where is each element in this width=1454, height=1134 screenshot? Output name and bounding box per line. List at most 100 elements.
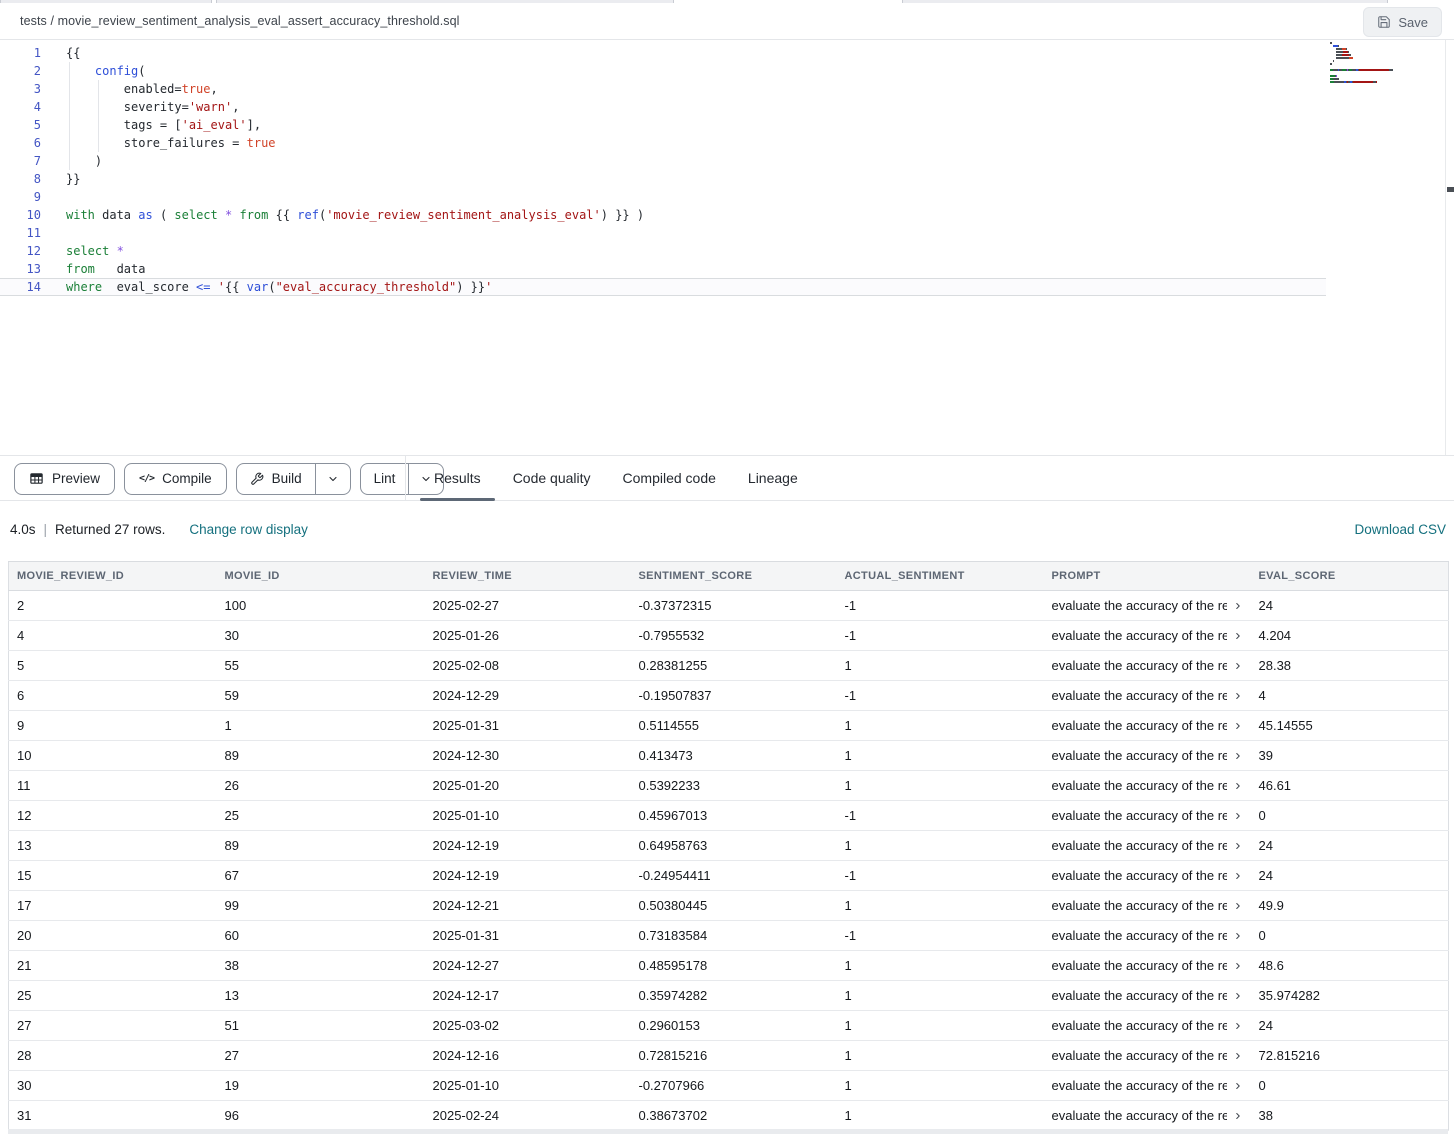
prompt-preview-text: evaluate the accuracy of the res… [1052,988,1227,1003]
code-editor[interactable]: 1{{2 config(3 enabled=true,4 severity='w… [0,40,1454,455]
cell-review_time: 2025-01-20 [425,771,631,801]
prompt-expand-button[interactable] [1233,811,1243,821]
cell-review_time: 2024-12-30 [425,741,631,771]
prompt-expand-button[interactable] [1233,991,1243,1001]
line-number: 14 [0,279,41,295]
prompt-preview-text: evaluate the accuracy of the res… [1052,1078,1227,1093]
cell-movie_id: 30 [217,621,425,651]
cell-sentiment_score: -0.37372315 [631,591,837,621]
prompt-preview-text: evaluate the accuracy of the res… [1052,688,1227,703]
prompt-expand-button[interactable] [1233,781,1243,791]
line-number: 8 [0,170,41,188]
horizontal-scrollbar-track[interactable] [8,1129,1448,1134]
tab-code-quality[interactable]: Code quality [499,456,605,501]
prompt-expand-button[interactable] [1233,631,1243,641]
build-label: Build [272,471,302,486]
prompt-expand-button[interactable] [1233,931,1243,941]
cell-eval_score: 72.815216 [1251,1041,1449,1071]
prompt-expand-icon [1233,871,1243,881]
prompt-expand-button[interactable] [1233,751,1243,761]
prompt-expand-icon [1233,631,1243,641]
prompt-expand-button[interactable] [1233,1111,1243,1121]
prompt-expand-button[interactable] [1233,721,1243,731]
prompt-expand-button[interactable] [1233,1021,1243,1031]
table-row: 28272024-12-160.728152161evaluate the ac… [9,1041,1449,1071]
cell-actual_sentiment: 1 [837,1041,1044,1071]
editor-scrollbar-handle[interactable] [1447,187,1454,192]
change-row-display-link[interactable]: Change row display [189,522,308,537]
cell-movie_review_id: 9 [9,711,217,741]
cell-review_time: 2024-12-27 [425,951,631,981]
cell-eval_score: 24 [1251,831,1449,861]
cell-movie_id: 13 [217,981,425,1011]
prompt-expand-button[interactable] [1233,961,1243,971]
compile-button[interactable]: </> Compile [124,463,227,495]
table-row: 27512025-03-020.29601531evaluate the acc… [9,1011,1449,1041]
code-line: 14where eval_score <= '{{ var("eval_accu… [0,278,1326,296]
returned-rows-text: Returned 27 rows. [55,522,165,537]
cell-prompt: evaluate the accuracy of the res… [1044,801,1251,831]
cell-sentiment_score: 0.5392233 [631,771,837,801]
cell-review_time: 2025-02-24 [425,1101,631,1131]
cell-prompt: evaluate the accuracy of the res… [1044,921,1251,951]
cell-movie_id: 27 [217,1041,425,1071]
tab-compiled-code[interactable]: Compiled code [609,456,730,501]
editor-minimap[interactable] [1330,42,1442,84]
prompt-expand-button[interactable] [1233,901,1243,911]
cell-movie_id: 1 [217,711,425,741]
tab-lineage[interactable]: Lineage [734,456,812,501]
cell-movie_review_id: 10 [9,741,217,771]
line-number: 10 [0,206,41,224]
preview-button[interactable]: Preview [14,463,115,495]
cell-movie_id: 25 [217,801,425,831]
cell-review_time: 2025-02-27 [425,591,631,621]
cell-sentiment_score: 0.2960153 [631,1011,837,1041]
cell-prompt: evaluate the accuracy of the res… [1044,861,1251,891]
column-header-movie_id: MOVIE_ID [217,562,425,591]
cell-movie_review_id: 4 [9,621,217,651]
line-number: 2 [0,62,41,80]
cell-movie_id: 26 [217,771,425,801]
chevron-down-icon [327,473,339,485]
build-dropdown-button[interactable] [316,464,350,494]
cell-eval_score: 24 [1251,861,1449,891]
build-button[interactable]: Build [237,464,316,494]
query-duration: 4.0s [10,522,36,537]
table-row: 17992024-12-210.503804451evaluate the ac… [9,891,1449,921]
table-row: 12252025-01-100.45967013-1evaluate the a… [9,801,1449,831]
cell-eval_score: 4 [1251,681,1449,711]
cell-movie_id: 89 [217,831,425,861]
cell-sentiment_score: -0.7955532 [631,621,837,651]
prompt-expand-button[interactable] [1233,871,1243,881]
table-row: 912025-01-310.51145551evaluate the accur… [9,711,1449,741]
cell-review_time: 2024-12-21 [425,891,631,921]
status-separator: | [44,522,48,537]
code-line: 4 severity='warn', [0,98,1454,116]
cell-sentiment_score: 0.38673702 [631,1101,837,1131]
prompt-expand-button[interactable] [1233,661,1243,671]
line-number: 6 [0,134,41,152]
code-line: 6 store_failures = true [0,134,1454,152]
prompt-expand-button[interactable] [1233,1081,1243,1091]
download-csv-link[interactable]: Download CSV [1354,522,1446,537]
lint-button[interactable]: Lint [361,464,410,494]
cell-review_time: 2024-12-17 [425,981,631,1011]
cell-sentiment_score: 0.73183584 [631,921,837,951]
cell-prompt: evaluate the accuracy of the res… [1044,621,1251,651]
code-area[interactable]: 1{{2 config(3 enabled=true,4 severity='w… [0,44,1454,296]
prompt-expand-button[interactable] [1233,601,1243,611]
prompt-expand-button[interactable] [1233,841,1243,851]
prompt-expand-button[interactable] [1233,691,1243,701]
prompt-preview-text: evaluate the accuracy of the res… [1052,1108,1227,1123]
cell-movie_id: 99 [217,891,425,921]
cell-prompt: evaluate the accuracy of the res… [1044,651,1251,681]
cell-eval_score: 0 [1251,1071,1449,1101]
tab-results[interactable]: Results [420,456,495,501]
table-row: 20602025-01-310.73183584-1evaluate the a… [9,921,1449,951]
prompt-preview-text: evaluate the accuracy of the res… [1052,1018,1227,1033]
prompt-preview-text: evaluate the accuracy of the res… [1052,958,1227,973]
prompt-expand-button[interactable] [1233,1051,1243,1061]
prompt-preview-text: evaluate the accuracy of the res… [1052,928,1227,943]
save-button[interactable]: Save [1363,7,1442,37]
prompt-preview-text: evaluate the accuracy of the res… [1052,868,1227,883]
